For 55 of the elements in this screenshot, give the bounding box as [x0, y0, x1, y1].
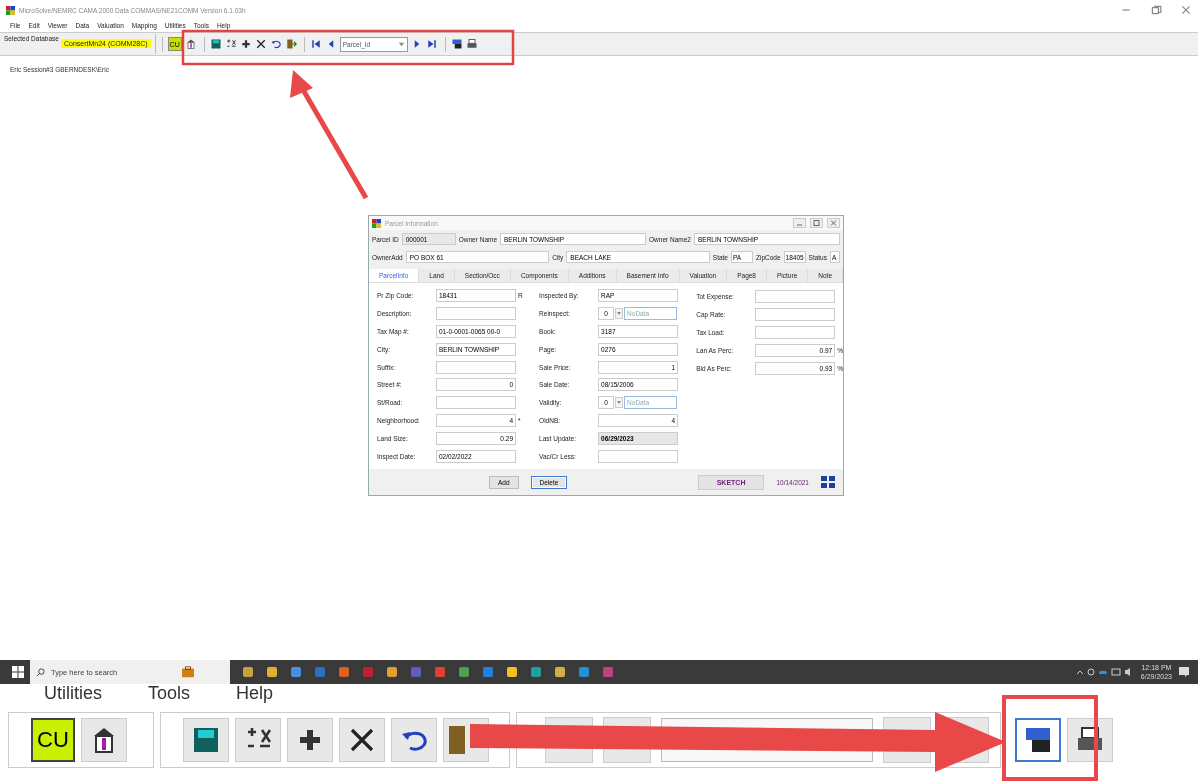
save-icon[interactable]: [209, 38, 222, 50]
close-icon[interactable]: [1180, 4, 1192, 16]
app-icon[interactable]: [386, 666, 398, 678]
input-field[interactable]: [755, 289, 836, 303]
app-icon[interactable]: [458, 666, 470, 678]
dropdown-icon[interactable]: [615, 308, 624, 320]
app-logo-icon: [6, 5, 15, 15]
find-icon[interactable]: [450, 38, 463, 50]
app-icon[interactable]: [578, 666, 590, 678]
delete-button[interactable]: [339, 717, 385, 762]
last-icon[interactable]: [425, 38, 438, 50]
plus-icon[interactable]: [239, 38, 252, 50]
windows-start-icon[interactable]: [12, 666, 24, 678]
door-icon: [449, 725, 465, 754]
bank-icon[interactable]: [184, 38, 197, 50]
app-icon[interactable]: [338, 666, 350, 678]
app-icon[interactable]: [482, 666, 494, 678]
menu-item[interactable]: Tools: [148, 682, 191, 704]
dropdown-icon[interactable]: [615, 397, 624, 409]
input-field[interactable]: [598, 449, 679, 463]
maximize-icon[interactable]: [810, 218, 823, 228]
app-icon[interactable]: [242, 666, 254, 678]
app-logo-icon: [372, 218, 381, 228]
print-button[interactable]: [1067, 717, 1113, 762]
input-field[interactable]: [436, 396, 516, 410]
menu-item[interactable]: Help: [236, 682, 274, 704]
plus-button[interactable]: [287, 717, 333, 762]
cu-button[interactable]: CU: [31, 717, 75, 762]
input-field[interactable]: [755, 325, 836, 339]
app-icon[interactable]: [266, 666, 278, 678]
undo-button[interactable]: [391, 717, 437, 762]
search-icon: [36, 667, 45, 677]
app-icon[interactable]: [554, 666, 566, 678]
app-icon[interactable]: [530, 666, 542, 678]
grid-icon[interactable]: [821, 476, 835, 488]
notification-icon[interactable]: [1178, 666, 1190, 678]
input-field[interactable]: [436, 307, 516, 321]
sum-button[interactable]: [235, 717, 281, 762]
delete-icon[interactable]: [254, 38, 267, 50]
bank-button[interactable]: [81, 717, 127, 762]
door-icon[interactable]: [284, 38, 297, 50]
input-field[interactable]: [755, 307, 836, 321]
undo-icon[interactable]: [269, 38, 282, 50]
save-button[interactable]: [183, 717, 229, 762]
first-icon[interactable]: [309, 38, 322, 50]
print-icon[interactable]: [465, 38, 478, 50]
input-field[interactable]: [436, 360, 516, 374]
restore-icon[interactable]: [1150, 4, 1162, 16]
caret-icon: [397, 40, 405, 48]
briefcase-icon[interactable]: [181, 666, 195, 678]
sum-icon[interactable]: [224, 38, 237, 50]
find-button[interactable]: [1015, 717, 1061, 762]
app-icon[interactable]: [506, 666, 518, 678]
menu-item[interactable]: Utilities: [44, 682, 102, 704]
app-icon[interactable]: [290, 666, 302, 678]
